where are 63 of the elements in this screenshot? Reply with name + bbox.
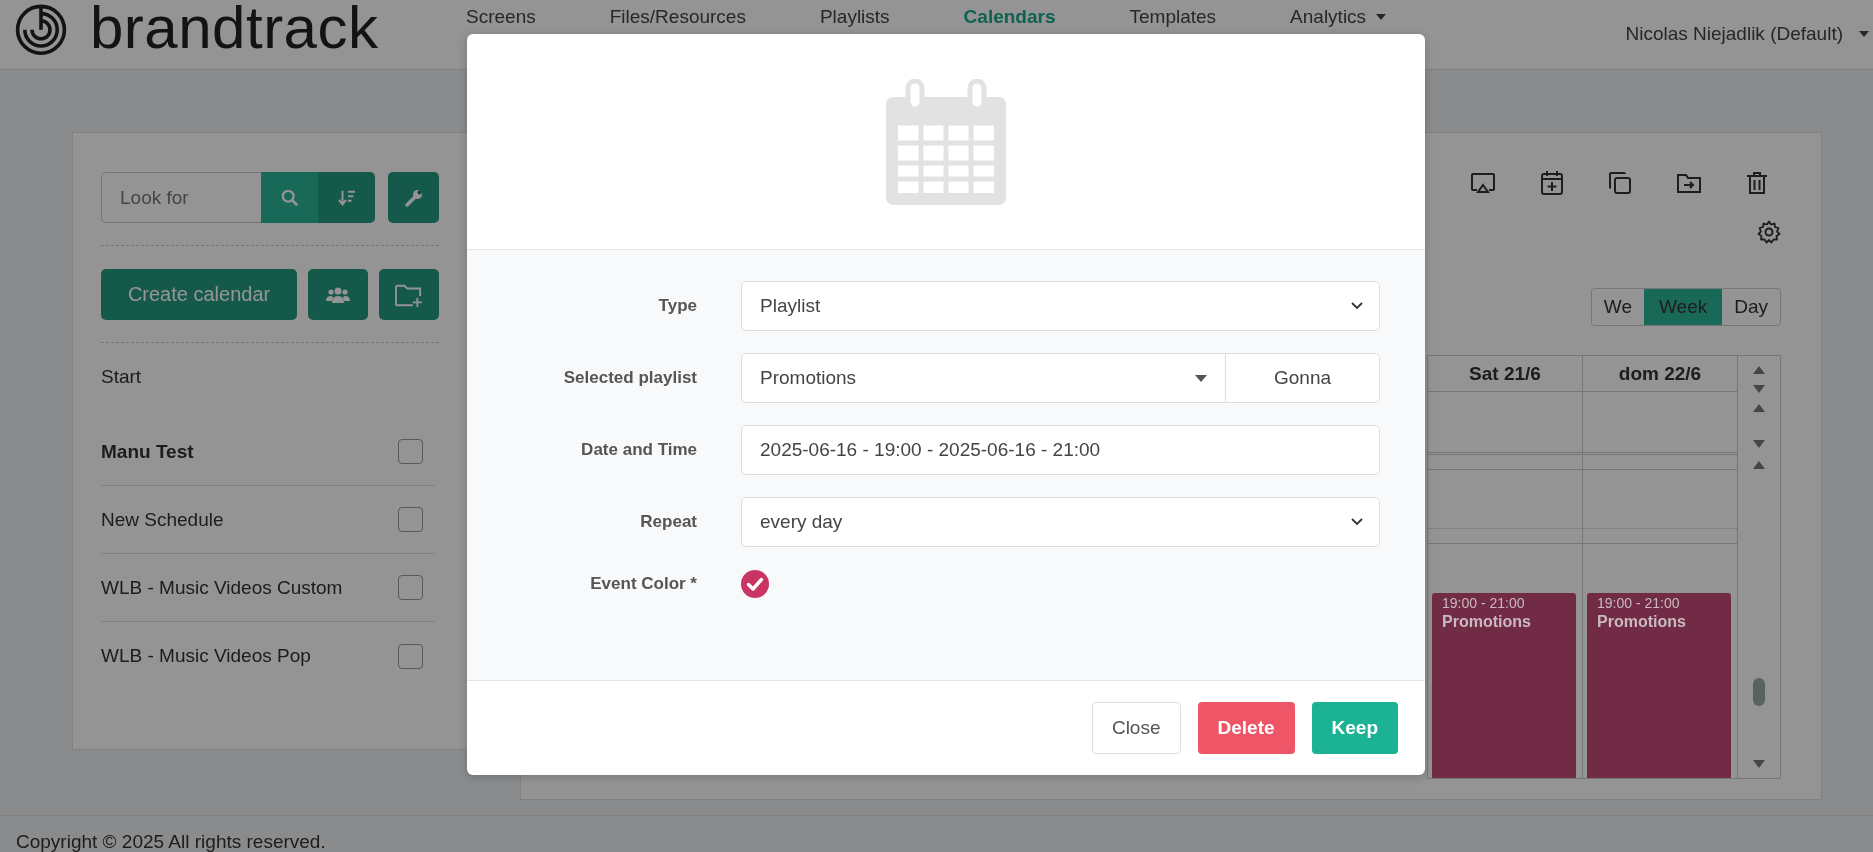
dialog-button[interactable]: Delete xyxy=(1197,702,1295,754)
scroll-up-icon[interactable] xyxy=(1753,366,1765,374)
day-header: dom 22/6 xyxy=(1583,356,1737,392)
calendar-event[interactable]: 19:00 - 21:00 Promotions xyxy=(1432,593,1576,778)
select-field[interactable]: Promotions xyxy=(741,353,1226,403)
scroll-up-icon[interactable] xyxy=(1753,404,1765,412)
select-field[interactable]: every day xyxy=(741,497,1380,547)
new-folder-button[interactable] xyxy=(379,269,439,320)
scrollbar-thumb[interactable] xyxy=(1753,678,1765,706)
group-button[interactable] xyxy=(308,269,369,320)
brand-logo[interactable]: brandtrack xyxy=(90,0,379,58)
caret-icon[interactable] xyxy=(1859,30,1869,37)
wrench-button[interactable] xyxy=(388,172,439,223)
search-icon xyxy=(280,188,299,207)
calendar-item[interactable]: Manu Test xyxy=(101,440,194,463)
nav-link[interactable]: Playlists xyxy=(819,5,890,28)
nav-link[interactable]: Analytics xyxy=(1290,5,1387,28)
calendar-event[interactable]: 19:00 - 21:00 Promotions xyxy=(1587,593,1731,778)
caret-icon xyxy=(1195,374,1207,382)
chevron-down-icon xyxy=(1351,518,1363,526)
user-menu[interactable]: Nicolas Niejadlik (Default) xyxy=(1625,22,1873,45)
field-label: Repeat xyxy=(639,512,697,532)
settings-icon[interactable] xyxy=(1757,220,1781,244)
copyright-text: Copyright © 2025 All rights reserved. xyxy=(16,831,326,852)
checkbox[interactable] xyxy=(398,439,423,464)
checkbox[interactable] xyxy=(398,507,423,532)
select-field[interactable]: Playlist xyxy=(741,281,1380,331)
folder-arrow-icon[interactable] xyxy=(1676,172,1702,194)
field-label: Date and Time xyxy=(580,440,697,460)
chevron-down-icon xyxy=(1351,302,1363,310)
field-label: Event Color * xyxy=(589,574,697,594)
scroll-down-icon[interactable] xyxy=(1753,760,1765,768)
sort-icon xyxy=(337,188,356,207)
scroll-down-icon[interactable] xyxy=(1753,385,1765,393)
calendar-item[interactable]: New Schedule xyxy=(101,508,224,531)
search-field[interactable]: Look for xyxy=(101,172,261,223)
day-header: Sat 21/6 xyxy=(1428,356,1582,392)
calendar-item[interactable]: WLB - Music Videos Pop xyxy=(101,645,311,667)
nav-link[interactable]: Templates xyxy=(1129,5,1217,28)
calendar-icon xyxy=(886,78,1006,205)
calendar-plus-icon[interactable] xyxy=(1540,170,1564,196)
calendar-item[interactable]: WLB - Music Videos Custom xyxy=(101,576,343,599)
cast-icon[interactable] xyxy=(1470,171,1496,195)
addon-button[interactable]: Gonna xyxy=(1226,353,1380,403)
copy-icon[interactable] xyxy=(1608,171,1632,195)
nav-link[interactable]: Screens xyxy=(466,5,536,28)
color-swatch[interactable] xyxy=(741,570,769,598)
scroll-up-icon[interactable] xyxy=(1753,461,1765,469)
section-label: Start xyxy=(101,366,143,389)
checkbox[interactable] xyxy=(398,643,423,669)
search-button[interactable] xyxy=(261,172,318,223)
group-icon xyxy=(326,285,351,304)
checkbox[interactable] xyxy=(398,575,423,600)
field-label: Selected playlist xyxy=(562,368,697,388)
sort-button[interactable] xyxy=(318,172,375,223)
field-label: Type xyxy=(657,296,697,316)
caret-icon[interactable] xyxy=(1376,13,1387,20)
dialog-button[interactable]: Close xyxy=(1091,702,1181,754)
input-field[interactable]: 2025-06-16 - 19:00 - 2025-06-16 - 21:00 xyxy=(741,425,1380,475)
nav-link[interactable]: Files/Resources xyxy=(609,5,746,28)
scroll-down-icon[interactable] xyxy=(1753,440,1765,448)
wrench-icon xyxy=(403,187,424,208)
trash-icon[interactable] xyxy=(1746,171,1768,195)
